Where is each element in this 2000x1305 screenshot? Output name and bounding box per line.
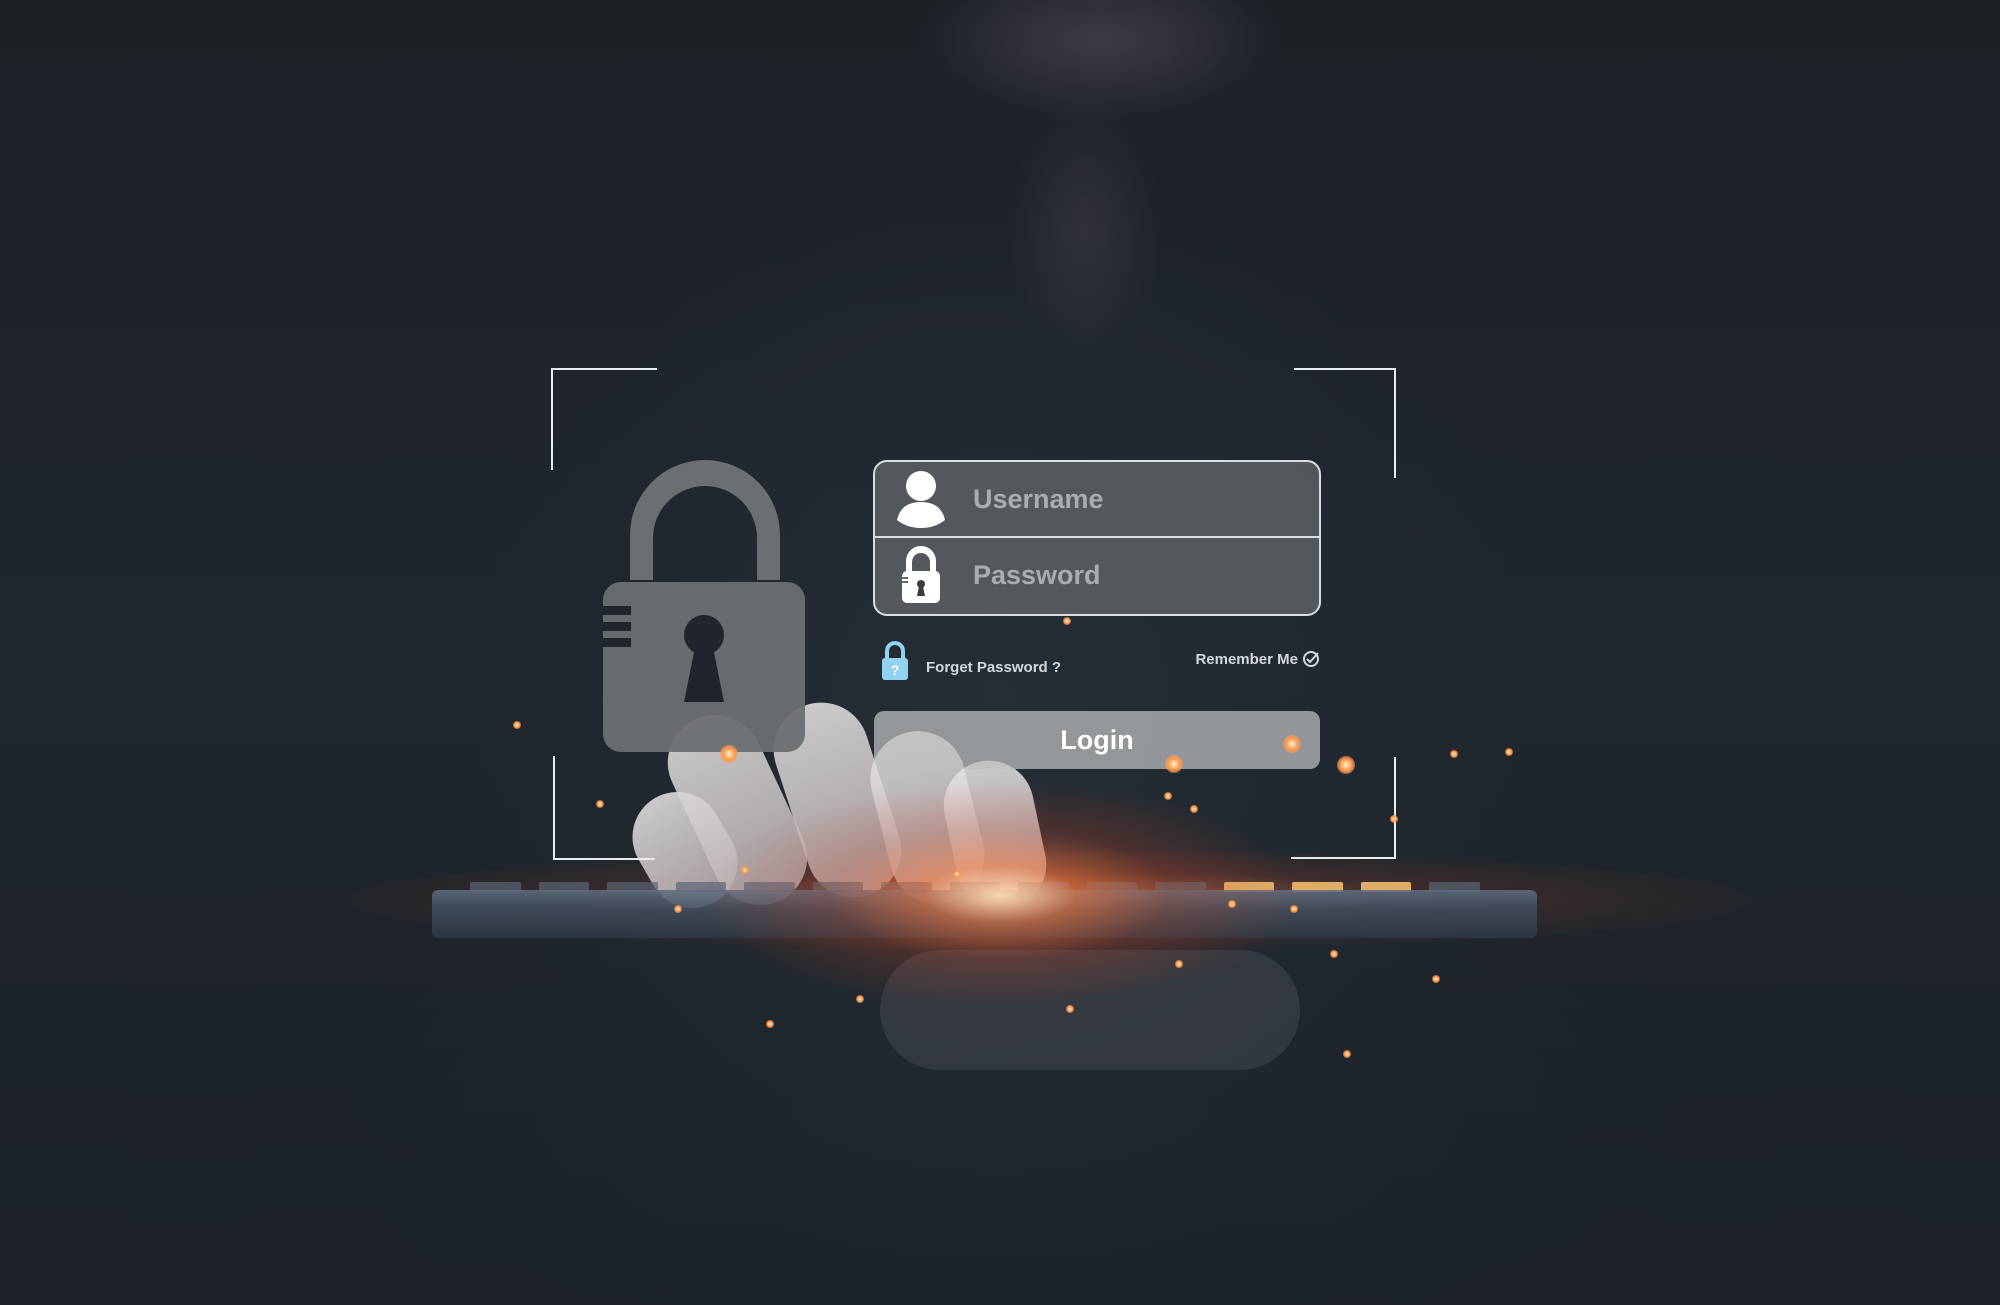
user-icon	[891, 469, 951, 529]
login-panel	[873, 460, 1321, 616]
remember-me-label: Remember Me	[1195, 650, 1298, 668]
forgot-password-label: Forget Password ?	[926, 658, 1062, 676]
glow-light	[700, 780, 1300, 1010]
padlock-icon	[603, 460, 805, 752]
login-button[interactable]: Login	[874, 711, 1320, 769]
form-options: ? Forget Password ? Remember Me	[880, 640, 1320, 686]
lock-question-icon: ?	[882, 641, 908, 680]
frame-corner-bottom-left	[553, 756, 655, 860]
forgot-password-link[interactable]: ? Forget Password ?	[880, 640, 1061, 682]
username-input[interactable]	[971, 482, 1295, 516]
check-circle-icon	[1303, 651, 1319, 667]
lock-icon	[891, 545, 951, 605]
username-field[interactable]	[875, 462, 1319, 536]
frame-corner-top-left	[551, 368, 657, 470]
remember-me-toggle[interactable]: Remember Me	[1195, 650, 1320, 668]
password-input[interactable]	[971, 558, 1295, 592]
svg-text:?: ?	[891, 662, 900, 678]
password-field[interactable]	[875, 538, 1319, 612]
